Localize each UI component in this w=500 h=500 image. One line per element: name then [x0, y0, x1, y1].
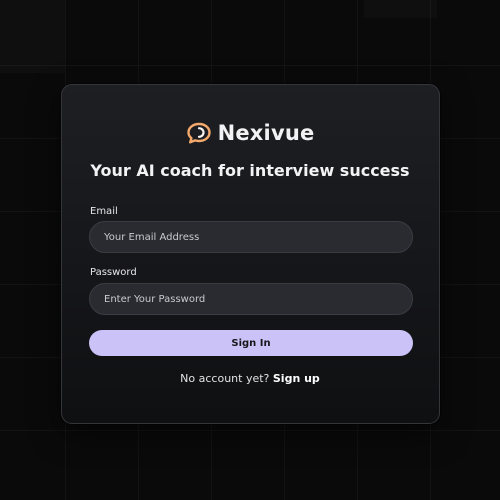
- email-field[interactable]: [89, 221, 413, 253]
- background-tile: [0, 0, 65, 73]
- email-label: Email: [90, 206, 118, 217]
- chat-bubble-icon: [186, 122, 212, 144]
- brand-name: Nexivue: [217, 121, 315, 145]
- signup-row: No account yet? Sign up: [0, 372, 500, 386]
- sign-in-button[interactable]: Sign In: [89, 330, 413, 356]
- brand-header: Nexivue: [0, 118, 500, 148]
- page-title: Your AI coach for interview success: [90, 161, 410, 180]
- background-tile: [364, 0, 437, 18]
- password-label: Password: [90, 267, 137, 278]
- sign-up-link[interactable]: Sign up: [273, 372, 320, 385]
- signup-prompt: No account yet?: [180, 372, 273, 385]
- password-field[interactable]: [89, 283, 413, 315]
